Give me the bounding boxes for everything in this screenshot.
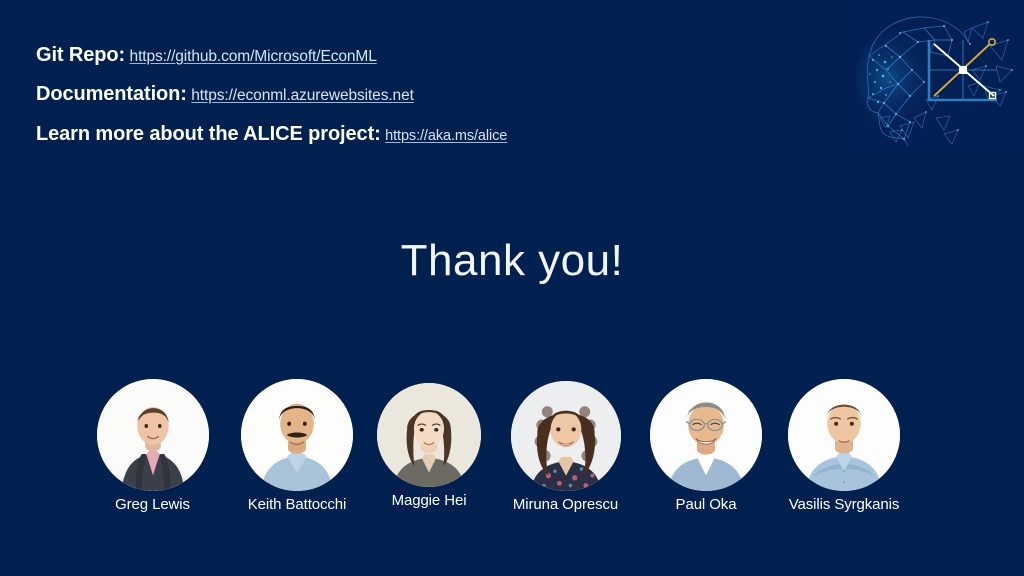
team-member-name: Greg Lewis (115, 496, 190, 513)
avatar-greg-lewis (96, 379, 209, 491)
alice-project-link[interactable]: https://aka.ms/alice (385, 128, 507, 144)
git-repo-link[interactable]: https://github.com/Microsoft/EconML (130, 48, 377, 65)
portrait-paul-oka (650, 379, 762, 491)
git-repo-label: Git Repo: (36, 44, 126, 66)
portrait-keith-battocchi (241, 379, 353, 491)
team-member-miruna-oprescu: Miruna Oprescu (495, 381, 636, 513)
team-member-name: Maggie Hei (391, 492, 467, 509)
alice-project-logo (840, 0, 1024, 155)
documentation-label: Documentation: (36, 83, 187, 105)
avatar-miruna-oprescu (510, 381, 621, 491)
documentation-line: Documentation: https://econml.azurewebsi… (36, 83, 414, 106)
portrait-greg-lewis (96, 379, 209, 491)
team-member-vasilis-syrgkanis: Vasilis Syrgkanis (773, 379, 915, 513)
avatar-vasilis-syrgkanis (788, 379, 900, 491)
team-member-keith-battocchi: Keith Battocchi (222, 379, 372, 513)
portrait-vasilis-syrgkanis (788, 379, 900, 491)
portrait-maggie-hei (377, 383, 481, 487)
portrait-miruna-oprescu (510, 381, 621, 491)
team-member-name: Miruna Oprescu (512, 496, 619, 513)
team-member-name: Keith Battocchi (247, 496, 347, 513)
presentation-slide: Git Repo: https://github.com/Microsoft/E… (0, 0, 1024, 576)
team-member-paul-oka: Paul Oka (650, 379, 762, 513)
page-title: Thank you! (400, 236, 624, 285)
documentation-link[interactable]: https://econml.azurewebsites.net (191, 87, 414, 104)
team-member-name: Vasilis Syrgkanis (788, 496, 900, 513)
avatar-keith-battocchi (241, 379, 353, 491)
team-photo-row: Greg Lewis Keith Battocchi Maggie Hei Mi… (0, 374, 1024, 534)
alice-project-label: Learn more about the ALICE project: (36, 123, 381, 145)
alice-logo-graphic (840, 0, 1024, 155)
git-repo-line: Git Repo: https://github.com/Microsoft/E… (36, 44, 377, 67)
team-member-name: Paul Oka (675, 496, 737, 513)
avatar-maggie-hei (377, 383, 481, 487)
team-member-greg-lewis: Greg Lewis (80, 379, 225, 513)
alice-project-line: Learn more about the ALICE project: http… (36, 123, 507, 146)
avatar-paul-oka (650, 379, 762, 491)
team-member-maggie-hei: Maggie Hei (371, 383, 487, 509)
